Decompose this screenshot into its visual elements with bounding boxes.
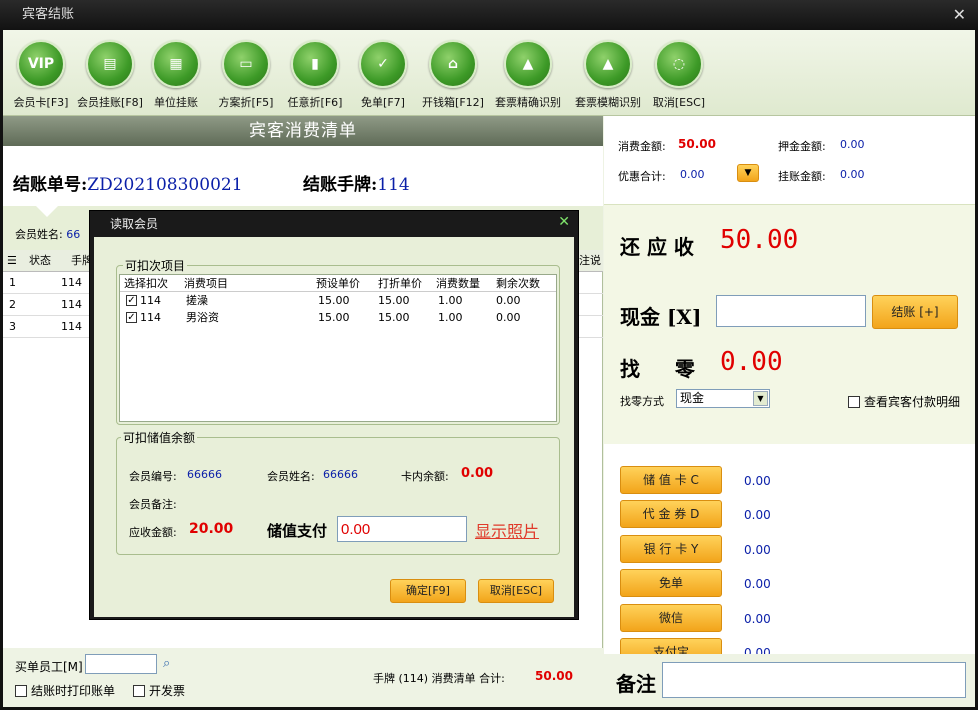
credit-amount: 0.00	[840, 168, 865, 181]
exact-match-button[interactable]: ▲ 套票精确识别	[489, 40, 567, 110]
change-method-select[interactable]: 现金 ▼	[676, 389, 770, 408]
deductible-items-list: 选择扣次 消费项目 预设单价 打折单价 消费数量 剩余次数 ✓ 114 搓澡 1…	[119, 274, 557, 422]
wechat-amount: 0.00	[744, 612, 771, 626]
company-account-icon: ▦	[152, 40, 200, 88]
settlement-section: 还 应 收 50.00 现金 [X] 结账 [+] 找 零 0.00 找零方式 …	[604, 204, 975, 444]
checkout-button[interactable]: 结账 [+]	[872, 295, 958, 329]
member-credit-button[interactable]: ▤ 会员挂账[F8]	[77, 40, 143, 110]
notch-shape	[35, 205, 59, 217]
exact-match-icon: ▲	[504, 40, 552, 88]
bill-footer: 买单员工[M] ⌕ 结账时打印账单 开发票 手牌 (114) 消费清单 合计: …	[3, 648, 603, 707]
dialog-title: 读取会员	[110, 217, 159, 231]
deductible-items-group: 可扣次项目 选择扣次 消费项目 预设单价 打折单价 消费数量 剩余次数 ✓ 11…	[116, 257, 560, 425]
item-checkbox[interactable]: ✓	[126, 312, 137, 323]
summary-text: 手牌 (114) 消费清单 合计:	[373, 672, 505, 685]
order-no-label: 结账单号:ZD202108300021	[13, 175, 243, 195]
checkout-window: 宾客结账 ✕ VIP 会员卡[F3] ▤ 会员挂账[F8] ▦ 单位挂账 ▭ 方…	[0, 0, 978, 710]
member-account-icon: ▤	[86, 40, 134, 88]
voucher-amount: 0.00	[744, 508, 771, 522]
cash-drawer-icon: ⌂	[429, 40, 477, 88]
change-method-label: 找零方式	[620, 395, 664, 408]
list-item[interactable]: ✓ 114 男浴资 15.00 15.00 1.00 0.00	[120, 309, 556, 326]
stored-value-legend: 可扣储值余额	[121, 429, 198, 446]
member-name: 66666	[323, 468, 358, 481]
item-checkbox[interactable]: ✓	[126, 295, 137, 306]
member-card-button[interactable]: VIP 会员卡[F3]	[13, 40, 69, 110]
show-photo-link[interactable]: 显示照片	[475, 518, 539, 542]
free-button[interactable]: 免单	[620, 569, 722, 597]
title-bar: 宾客结账 ✕	[0, 0, 978, 30]
chevron-down-icon[interactable]: ▼	[737, 164, 759, 182]
any-discount-button[interactable]: ▮ 任意折[F6]	[287, 40, 343, 110]
stored-pay-label: 储值支付	[267, 522, 328, 540]
cancel-button[interactable]: ◌ 取消[ESC]	[651, 40, 707, 110]
dialog-body: 可扣次项目 选择扣次 消费项目 预设单价 打折单价 消费数量 剩余次数 ✓ 11…	[94, 237, 574, 617]
stored-value-group: 可扣储值余额 会员编号: 66666 会员姓名: 66666 卡内余额: 0.0…	[116, 429, 560, 555]
dialog-cancel-button[interactable]: 取消[ESC]	[478, 579, 554, 603]
invoice-checkbox[interactable]: 开发票	[133, 682, 185, 699]
free-amount: 0.00	[744, 577, 771, 591]
cash-drawer-button[interactable]: ⌂ 开钱箱[F12]	[421, 40, 485, 110]
guest-detail-checkbox[interactable]: 查看宾客付款明细	[848, 393, 960, 410]
change-label: 找 零	[620, 357, 695, 381]
chevron-down-icon[interactable]: ▼	[753, 391, 768, 406]
stored-pay-input[interactable]	[337, 516, 467, 542]
consume-amount: 50.00	[678, 137, 716, 151]
cash-input[interactable]	[716, 295, 866, 327]
bank-card-button[interactable]: 银 行 卡 Y	[620, 535, 722, 563]
remark-input[interactable]	[662, 662, 966, 698]
close-icon[interactable]: ✕	[558, 214, 570, 230]
payment-panel: 消费金额: 50.00 押金金额: 0.00 优惠合计: 0.00 ▼ 挂账金额…	[604, 116, 975, 707]
summary-total: 50.00	[535, 669, 573, 683]
receivable-amount: 20.00	[189, 521, 234, 537]
any-discount-icon: ▮	[291, 40, 339, 88]
member-no: 66666	[187, 468, 222, 481]
amount-summary: 消费金额: 50.00 押金金额: 0.00 优惠合计: 0.00 ▼ 挂账金额…	[604, 116, 975, 204]
deposit-amount: 0.00	[840, 138, 865, 151]
bill-header: 宾客消费清单	[3, 116, 603, 146]
plan-discount-button[interactable]: ▭ 方案折[F5]	[217, 40, 275, 110]
order-no: ZD202108300021	[87, 175, 243, 195]
cash-label: 现金 [X]	[620, 305, 702, 329]
wechat-button[interactable]: 微信	[620, 604, 722, 632]
voucher-button[interactable]: 代 金 券 D	[620, 500, 722, 528]
remark-section: 备注	[604, 654, 975, 707]
print-bill-checkbox[interactable]: 结账时打印账单	[15, 682, 115, 699]
window-title: 宾客结账	[22, 7, 75, 22]
due-amount: 50.00	[720, 225, 799, 255]
tag-no-label: 结账手牌:114	[303, 175, 410, 195]
tag-no: 114	[377, 175, 410, 195]
cancel-icon: ◌	[655, 40, 703, 88]
staff-label: 买单员工[M]	[15, 660, 83, 674]
search-icon[interactable]: ⌕	[163, 656, 170, 671]
stored-card-amount: 0.00	[744, 474, 771, 488]
due-label: 还 应 收	[620, 235, 694, 259]
member-name-label: 会员姓名: 66	[15, 228, 81, 241]
list-header: 选择扣次 消费项目 预设单价 打折单价 消费数量 剩余次数	[120, 275, 556, 292]
change-amount: 0.00	[720, 347, 783, 377]
fuzzy-match-button[interactable]: ▲ 套票模糊识别	[569, 40, 647, 110]
stored-card-button[interactable]: 储 值 卡 C	[620, 466, 722, 494]
plan-discount-icon: ▭	[222, 40, 270, 88]
toolbar: VIP 会员卡[F3] ▤ 会员挂账[F8] ▦ 单位挂账 ▭ 方案折[F5] …	[3, 30, 975, 116]
list-item[interactable]: ✓ 114 搓澡 15.00 15.00 1.00 0.00	[120, 292, 556, 309]
confirm-button[interactable]: 确定[F9]	[390, 579, 466, 603]
card-balance: 0.00	[461, 466, 494, 481]
free-order-icon: ✓	[359, 40, 407, 88]
payment-methods: 储 值 卡 C 0.00 代 金 券 D 0.00 银 行 卡 Y 0.00 免…	[604, 444, 975, 666]
remark-label: 备注	[616, 672, 656, 696]
grid-menu-icon[interactable]: ☰	[7, 250, 17, 272]
free-order-button[interactable]: ✓ 免单[F7]	[359, 40, 407, 110]
read-member-dialog: 读取会员 ✕ 可扣次项目 选择扣次 消费项目 预设单价 打折单价 消费数量 剩余…	[89, 210, 579, 620]
staff-input[interactable]	[85, 654, 157, 674]
company-credit-button[interactable]: ▦ 单位挂账	[149, 40, 203, 110]
bank-card-amount: 0.00	[744, 543, 771, 557]
deductible-items-legend: 可扣次项目	[123, 257, 188, 274]
vip-icon: VIP	[17, 40, 65, 88]
bill-info: 结账单号:ZD202108300021 结账手牌:114	[3, 146, 603, 206]
discount-amount: 0.00	[680, 168, 705, 181]
fuzzy-match-icon: ▲	[584, 40, 632, 88]
close-icon[interactable]: ✕	[953, 0, 966, 30]
